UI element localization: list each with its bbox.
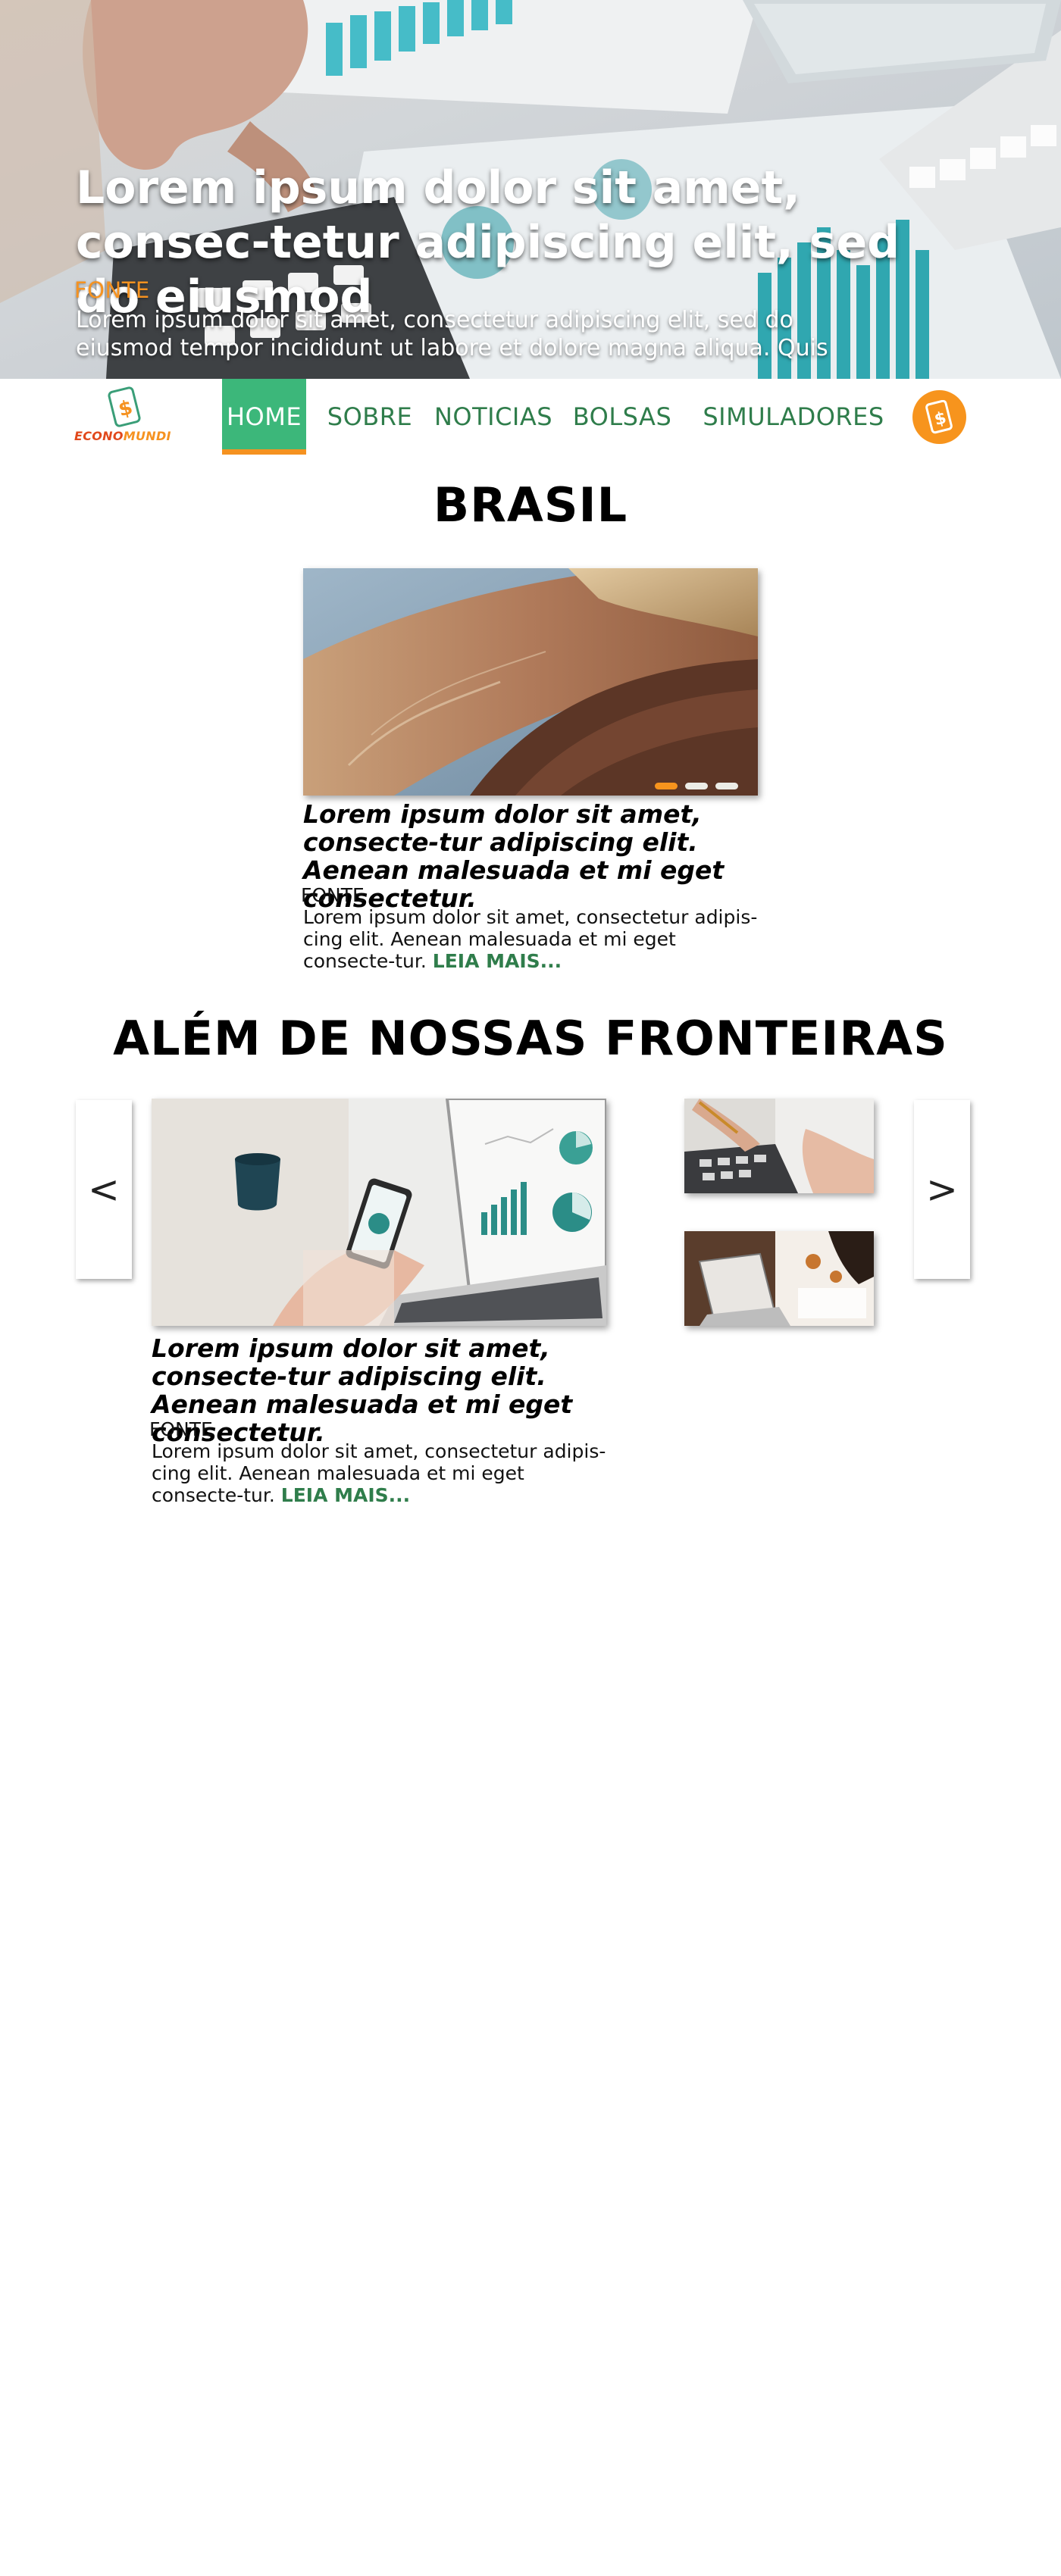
hero-source: FONTE xyxy=(74,277,150,303)
laptop-charts-image xyxy=(152,1099,606,1326)
nav-item-simuladores[interactable]: SIMULADORES xyxy=(691,379,896,455)
carousel-dot-3[interactable] xyxy=(715,783,738,789)
read-more-link[interactable]: LEIA MAIS... xyxy=(433,950,562,972)
laptop-documents-image xyxy=(684,1231,874,1326)
svg-text:$: $ xyxy=(932,408,948,430)
hero-banner: Lorem ipsum dolor sit amet, consec-tetur… xyxy=(0,0,1061,379)
hero-text: Lorem ipsum dolor sit amet, consectetur … xyxy=(76,307,828,361)
section-heading-alem: ALÉM DE NOSSAS FRONTEIRAS xyxy=(113,1011,948,1066)
phone-dollar-icon: $ xyxy=(925,399,953,433)
section-heading-brasil: BRASIL xyxy=(433,477,628,533)
brasil-article-text: Lorem ipsum dolor sit amet, consectetur … xyxy=(303,906,765,972)
logo-wordmark: ECONOMUNDI xyxy=(74,429,171,443)
alem-side-image-1[interactable] xyxy=(684,1099,874,1193)
brasil-article-title[interactable]: Lorem ipsum dolor sit amet, consecte-tur… xyxy=(303,800,762,912)
alem-article-text: Lorem ipsum dolor sit amet, consectetur … xyxy=(152,1440,614,1506)
logo[interactable]: $ ECONOMUNDI xyxy=(74,386,173,447)
alem-article-source: FONTE xyxy=(149,1418,213,1440)
alem-main-image[interactable] xyxy=(152,1099,606,1326)
calculator-hands-image xyxy=(684,1099,874,1193)
carousel-dot-2[interactable] xyxy=(685,783,708,789)
hero-title: Lorem ipsum dolor sit amet, consec-tetur… xyxy=(76,161,900,324)
brasil-carousel[interactable] xyxy=(303,568,758,796)
nav-item-bolsas[interactable]: BOLSAS xyxy=(569,379,675,455)
carousel-prev-button[interactable]: < xyxy=(76,1100,132,1279)
carousel-dot-1[interactable] xyxy=(655,783,678,789)
nav-item-noticias[interactable]: NOTICIAS xyxy=(433,379,554,455)
carousel-next-button[interactable]: > xyxy=(914,1100,970,1279)
carousel-indicators xyxy=(655,783,738,789)
alem-article-title[interactable]: Lorem ipsum dolor sit amet, consecte-tur… xyxy=(152,1334,610,1446)
nav-item-home[interactable]: HOME xyxy=(222,379,306,455)
alem-side-image-2[interactable] xyxy=(684,1231,874,1326)
dollar-coin-icon[interactable]: $ xyxy=(912,390,966,444)
brasil-news-image xyxy=(303,568,758,796)
logo-phone-dollar-icon: $ xyxy=(108,386,141,427)
main-nav: $ ECONOMUNDI HOME SOBRE NOTICIAS BOLSAS … xyxy=(0,379,1061,455)
brasil-article-source: FONTE xyxy=(301,884,365,906)
nav-item-sobre[interactable]: SOBRE xyxy=(322,379,418,455)
read-more-link[interactable]: LEIA MAIS... xyxy=(281,1484,410,1506)
